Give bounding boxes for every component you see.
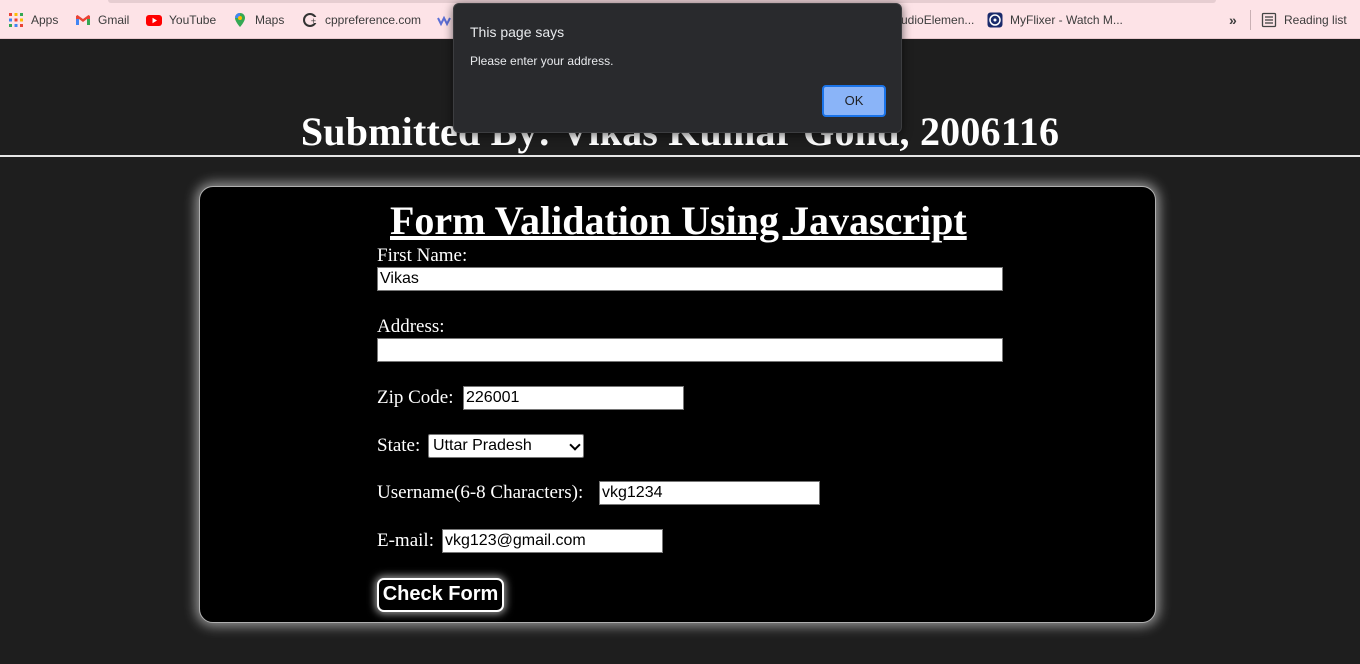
- state-label: State:: [377, 435, 421, 456]
- bookmark-cppreference[interactable]: + cppreference.com: [302, 10, 421, 30]
- bookmarks-divider: [1250, 10, 1251, 30]
- bookmark-gmail[interactable]: Gmail: [75, 10, 129, 30]
- bookmark-studio-elements[interactable]: udioElemen...: [901, 10, 974, 30]
- zip-code-label: Zip Code:: [377, 387, 454, 408]
- email-label: E-mail:: [377, 530, 434, 551]
- bookmark-label: YouTube: [169, 13, 217, 27]
- bookmark-favicon-icon: [437, 12, 453, 28]
- address-input[interactable]: [377, 338, 1003, 362]
- bookmark-maps[interactable]: Maps: [232, 10, 284, 30]
- first-name-input[interactable]: Vikas: [377, 267, 1003, 291]
- apps-grid-icon: [8, 12, 24, 28]
- cppreference-icon: +: [302, 12, 318, 28]
- username-input[interactable]: vkg1234: [599, 481, 820, 505]
- chevron-double-right-icon: »: [1229, 12, 1237, 28]
- zip-code-input[interactable]: 226001: [463, 386, 684, 410]
- maps-pin-icon: [232, 12, 248, 28]
- form-title: Form Validation Using Javascript: [390, 198, 967, 243]
- myflixer-icon: [987, 12, 1003, 28]
- dialog-title: This page says: [470, 24, 565, 40]
- bookmark-label: udioElemen...: [901, 13, 975, 27]
- bookmarks-overflow-button[interactable]: »: [1229, 10, 1237, 30]
- youtube-icon: [146, 12, 162, 28]
- bookmark-label: Gmail: [98, 13, 130, 27]
- check-form-button[interactable]: Check Form: [377, 578, 504, 612]
- bookmark-label: Apps: [31, 13, 59, 27]
- state-select[interactable]: Uttar Pradesh: [428, 434, 584, 458]
- bookmark-label: Maps: [255, 13, 285, 27]
- bookmark-label: cppreference.com: [325, 13, 422, 27]
- email-input[interactable]: vkg123@gmail.com: [442, 529, 663, 553]
- bookmark-label: MyFlixer - Watch M...: [1010, 13, 1123, 27]
- gmail-icon: [75, 12, 91, 28]
- alert-dialog: This page says Please enter your address…: [453, 3, 902, 133]
- reading-list-icon: [1261, 12, 1277, 28]
- ok-button[interactable]: OK: [822, 85, 886, 117]
- bookmark-apps[interactable]: Apps: [8, 10, 58, 30]
- reading-list-button[interactable]: Reading list: [1261, 10, 1347, 30]
- username-label: Username(6-8 Characters):: [377, 482, 584, 503]
- state-select-value: Uttar Pradesh: [433, 437, 532, 454]
- reading-list-label: Reading list: [1284, 13, 1347, 27]
- svg-text:+: +: [311, 17, 317, 25]
- form-card: Form Validation Using Javascript First N…: [199, 186, 1156, 623]
- address-label: Address:: [377, 316, 445, 337]
- chevron-down-icon: [569, 439, 581, 451]
- bookmark-hidden[interactable]: [437, 10, 453, 30]
- dialog-message: Please enter your address.: [470, 54, 614, 68]
- bookmark-myflixer[interactable]: MyFlixer - Watch M...: [987, 10, 1123, 30]
- bookmark-youtube[interactable]: YouTube: [146, 10, 216, 30]
- divider-line: [0, 155, 1360, 157]
- first-name-label: First Name:: [377, 245, 468, 266]
